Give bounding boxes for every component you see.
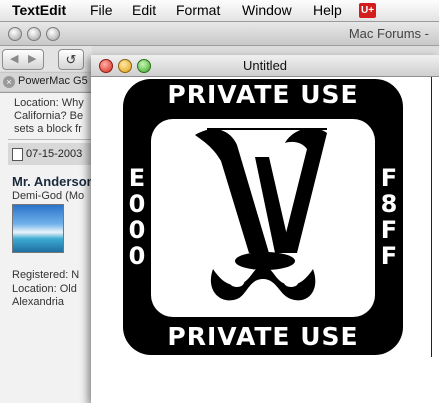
glyph-bottom-label: PRIVATE USE xyxy=(167,322,359,351)
window-title: Untitled xyxy=(242,58,288,73)
glyph-end-code: F8FF xyxy=(380,164,398,270)
user-rank: Demi-God (Mo xyxy=(12,190,85,202)
glyph-start-code: E000 xyxy=(128,164,146,270)
back-arrow-icon[interactable]: ◀ xyxy=(10,50,18,69)
text-area-edge xyxy=(431,77,432,357)
menu-window[interactable]: Window xyxy=(242,2,292,18)
reload-icon[interactable]: ↺ xyxy=(58,49,84,70)
private-use-glyph[interactable]: PRIVATE USE PRIVATE USE E000 F8FF xyxy=(123,79,403,355)
input-menu-icon[interactable]: U+ xyxy=(359,3,376,18)
tab-close-icon[interactable]: × xyxy=(3,76,15,88)
avatar xyxy=(12,204,64,253)
username-link[interactable]: Mr. Anderson xyxy=(12,174,92,189)
post-divider xyxy=(8,139,92,140)
textedit-titlebar[interactable]: Untitled xyxy=(91,55,439,77)
forum-content: Location: Why California? Be sets a bloc… xyxy=(0,93,92,403)
browser-toolbar: ◀ ▶ ↺ xyxy=(0,46,92,71)
browser-window-title: Mac Forums - xyxy=(348,26,429,41)
post-text-line: Location: Why xyxy=(14,97,84,109)
menu-format[interactable]: Format xyxy=(176,2,220,18)
tab-label: PowerMac G5 xyxy=(18,75,88,87)
textedit-window: Untitled PRIVATE USE PRIVATE USE E000 F8… xyxy=(91,55,439,403)
menu-app-name[interactable]: TextEdit xyxy=(12,2,66,18)
menu-edit[interactable]: Edit xyxy=(132,2,156,18)
post-header: 07-15-2003 xyxy=(8,143,92,165)
tab-powermac[interactable]: × PowerMac G5 xyxy=(0,73,92,91)
glyph-top-label: PRIVATE USE xyxy=(167,80,359,109)
browser-tab-bar: × PowerMac G5 xyxy=(0,72,92,93)
glyph-inner-panel xyxy=(151,119,375,317)
back-forward-buttons[interactable]: ◀ ▶ xyxy=(2,49,44,70)
menu-help[interactable]: Help xyxy=(313,2,342,18)
document-icon xyxy=(12,148,23,161)
post-text-line: California? Be xyxy=(14,110,84,122)
browser-titlebar: Mac Forums - xyxy=(0,22,439,46)
menu-file[interactable]: File xyxy=(90,2,113,18)
user-location: Alexandria xyxy=(12,296,64,308)
post-date: 07-15-2003 xyxy=(26,148,83,160)
menu-bar: TextEdit File Edit Format Window Help U+ xyxy=(0,0,439,22)
user-registered: Registered: N xyxy=(12,269,80,281)
monogram-icon xyxy=(195,128,327,301)
browser-minimize-button[interactable] xyxy=(27,27,41,41)
browser-close-button[interactable] xyxy=(8,27,22,41)
browser-zoom-button[interactable] xyxy=(46,27,60,41)
user-location: Location: Old xyxy=(12,283,77,295)
post-text-line: sets a block fr xyxy=(14,123,82,135)
forward-arrow-icon[interactable]: ▶ xyxy=(28,50,36,69)
